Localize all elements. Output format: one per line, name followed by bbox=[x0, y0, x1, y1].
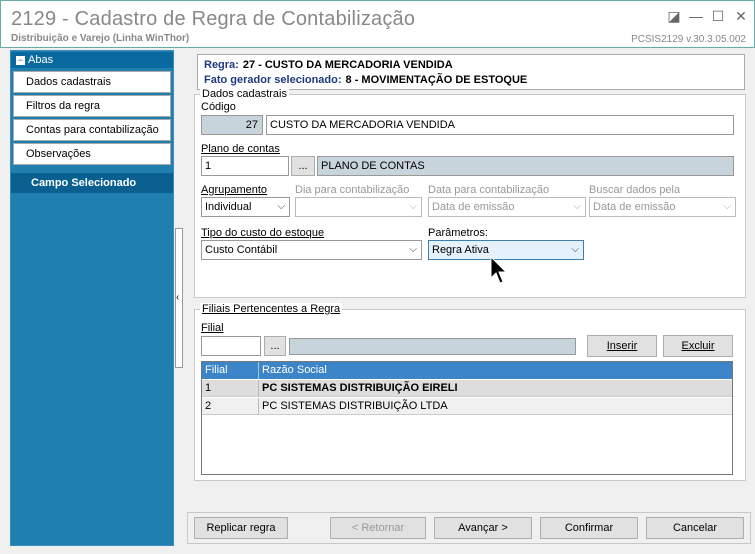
chevron-down-icon: ⌵ bbox=[571, 244, 579, 255]
close-icon[interactable]: ✕ bbox=[732, 7, 750, 25]
sidebar-item-observacoes[interactable]: Observações bbox=[13, 143, 171, 165]
collapse-minus-icon[interactable]: − bbox=[16, 55, 25, 65]
sidebar-item-filtros[interactable]: Filtros da regra bbox=[13, 95, 171, 117]
plano-lookup-button[interactable]: ... bbox=[291, 156, 315, 176]
sidebar-item-contas[interactable]: Contas para contabilização bbox=[13, 119, 171, 141]
abas-header-label: Abas bbox=[28, 54, 54, 66]
descricao-field[interactable]: CUSTO DA MERCADORIA VENDIDA bbox=[266, 115, 734, 135]
tipo-custo-select[interactable]: Custo Contábil ⌵ bbox=[201, 240, 422, 260]
column-header-filial[interactable]: Filial bbox=[202, 362, 259, 379]
chevron-down-icon: ⌵ bbox=[409, 244, 417, 255]
filiais-title: Filiais Pertencentes a Regra bbox=[200, 303, 343, 315]
agrupamento-label: Agrupamento bbox=[201, 184, 268, 196]
agrupamento-value: Individual bbox=[205, 201, 252, 213]
window-title: 2129 - Cadastro de Regra de Contabilizaç… bbox=[11, 8, 416, 30]
table-row[interactable]: 2 PC SISTEMAS DISTRIBUIÇÃO LTDA bbox=[202, 398, 732, 415]
chevron-down-icon: ⌵ bbox=[277, 201, 285, 212]
version-label: PCSIS2129 v.30.3.05.002 bbox=[631, 34, 746, 45]
codigo-label: Código bbox=[201, 101, 236, 113]
mouse-cursor-icon bbox=[490, 256, 508, 284]
table-header: Filial Razão Social bbox=[202, 362, 732, 379]
cancelar-button[interactable]: Cancelar bbox=[646, 517, 744, 539]
chevron-down-icon: ⌵ bbox=[723, 201, 731, 212]
filiais-table: Filial Razão Social 1 PC SISTEMAS DISTRI… bbox=[201, 361, 733, 475]
data-label: Data para contabilização bbox=[428, 184, 550, 196]
cell-razao: PC SISTEMAS DISTRIBUIÇÃO LTDA bbox=[262, 400, 448, 412]
plano-code-field[interactable]: 1 bbox=[201, 156, 289, 176]
fato-label: Fato gerador selecionado: bbox=[204, 74, 342, 86]
title-bar: 2129 - Cadastro de Regra de Contabilizaç… bbox=[0, 0, 755, 48]
filial-label: Filial bbox=[201, 322, 224, 334]
cell-razao: PC SISTEMAS DISTRIBUIÇÃO EIRELI bbox=[262, 382, 458, 394]
chevron-down-icon: ⌵ bbox=[573, 201, 581, 212]
retornar-button[interactable]: < Retornar bbox=[330, 517, 426, 539]
buscar-select[interactable]: Data de emissão ⌵ bbox=[589, 197, 736, 217]
data-value: Data de emissão bbox=[432, 201, 515, 213]
filial-field[interactable] bbox=[201, 336, 261, 356]
codigo-field[interactable]: 27 bbox=[201, 115, 263, 135]
confirmar-button[interactable]: Confirmar bbox=[540, 517, 638, 539]
tipo-custo-value: Custo Contábil bbox=[205, 244, 278, 256]
chevron-left-icon[interactable]: ‹ bbox=[176, 292, 179, 303]
rule-header: Regra: 27 - CUSTO DA MERCADORIA VENDIDA F… bbox=[197, 54, 745, 90]
regra-value: 27 - CUSTO DA MERCADORIA VENDIDA bbox=[242, 59, 453, 71]
abas-header[interactable]: − Abas bbox=[11, 52, 173, 68]
agrupamento-select[interactable]: Individual ⌵ bbox=[201, 197, 290, 217]
buscar-label: Buscar dados pela bbox=[589, 184, 681, 196]
dia-label: Dia para contabilização bbox=[295, 184, 410, 196]
column-header-razao[interactable]: Razão Social bbox=[259, 362, 732, 379]
avancar-button[interactable]: Avançar > bbox=[434, 517, 532, 539]
chevron-down-icon: ⌵ bbox=[409, 201, 417, 212]
replicar-regra-button[interactable]: Replicar regra bbox=[194, 517, 288, 539]
filial-desc-field bbox=[289, 338, 576, 355]
plano-desc-field: PLANO DE CONTAS bbox=[317, 156, 734, 176]
buscar-value: Data de emissão bbox=[593, 201, 676, 213]
dia-select[interactable]: ⌵ bbox=[295, 197, 422, 217]
campo-selecionado-label: Campo Selecionado bbox=[11, 173, 173, 193]
excluir-button[interactable]: Excluir bbox=[663, 335, 733, 357]
filial-lookup-button[interactable]: ... bbox=[264, 336, 286, 356]
cell-filial: 2 bbox=[202, 398, 259, 415]
tipo-custo-label: Tipo do custo do estoque bbox=[201, 227, 325, 239]
sidebar-item-dados-cadastrais[interactable]: Dados cadastrais bbox=[13, 71, 171, 93]
cell-filial: 1 bbox=[202, 380, 259, 397]
regra-label: Regra: bbox=[204, 59, 239, 71]
window-subtitle: Distribuição e Varejo (Linha WinThor) bbox=[11, 33, 190, 44]
parametros-value: Regra Ativa bbox=[432, 244, 489, 256]
main-panel: Regra: 27 - CUSTO DA MERCADORIA VENDIDA F… bbox=[187, 50, 751, 546]
restore-icon[interactable]: ◪ bbox=[665, 7, 683, 25]
sidebar: − Abas Dados cadastrais Filtros da regra … bbox=[10, 50, 174, 546]
footer-bar: Replicar regra < Retornar Avançar > Conf… bbox=[187, 512, 751, 544]
parametros-label: Parâmetros: bbox=[428, 227, 488, 239]
fato-value: 8 - MOVIMENTAÇÃO DE ESTOQUE bbox=[345, 74, 528, 86]
table-row[interactable]: 1 PC SISTEMAS DISTRIBUIÇÃO EIRELI bbox=[202, 380, 732, 397]
plano-label: Plano de contas bbox=[201, 143, 280, 155]
dados-cadastrais-title: Dados cadastrais bbox=[200, 88, 289, 100]
maximize-icon[interactable]: ☐ bbox=[709, 7, 727, 25]
inserir-button[interactable]: Inserir bbox=[587, 335, 657, 357]
minimize-icon[interactable]: — bbox=[687, 7, 705, 25]
data-select[interactable]: Data de emissão ⌵ bbox=[428, 197, 586, 217]
